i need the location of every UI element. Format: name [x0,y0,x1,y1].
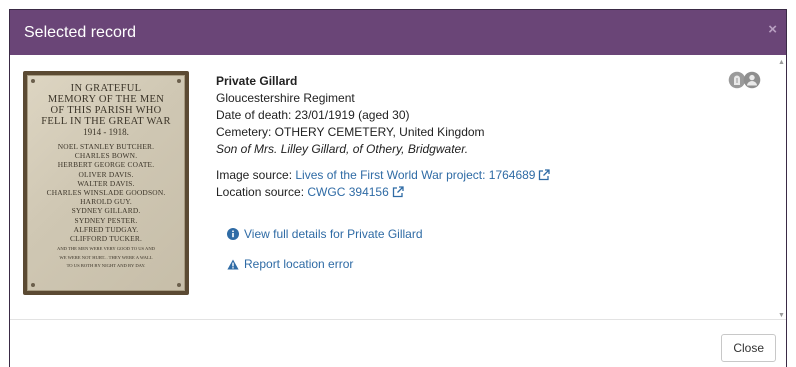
record-name: Private Gillard [216,74,298,88]
plaque-heading-line: OF THIS PARISH WHO [50,105,162,116]
plaque-footer-line: AND THE MEN WERE VERY GOOD TO US AND [57,246,155,252]
image-source-row: Image source: Lives of the First World W… [216,167,551,184]
selected-record-modal: Selected record × IN GRATEFUL MEMORY OF … [9,9,787,367]
image-source-link[interactable]: Lives of the First World War project: 17… [295,168,535,182]
view-details-link[interactable]: View full details for Private Gillard [227,227,423,241]
plaque-footer-line: TO US BOTH BY NIGHT AND BY DAY. [66,263,146,269]
memorial-plaque-image: IN GRATEFUL MEMORY OF THE MEN OF THIS PA… [23,71,189,295]
location-source-link[interactable]: CWGC 394156 [307,185,388,199]
plaque-name: NOEL STANLEY BUTCHER. [57,142,155,151]
record-cemetery: Cemetery: OTHERY CEMETERY, United Kingdo… [216,125,485,139]
plaque-heading-line: MEMORY OF THE MEN [47,94,165,105]
plaque-face: IN GRATEFUL MEMORY OF THE MEN OF THIS PA… [27,75,185,291]
plaque-name: OLIVER DAVIS. [78,169,134,179]
screw-icon [177,283,181,287]
image-source-label: Image source: [216,168,296,182]
scroll-down-icon[interactable]: ▼ [778,312,785,319]
record-description: Son of Mrs. Lilley Gillard, of Othery, B… [216,142,469,156]
modal-header: Selected record × [10,10,786,55]
plaque-heading-line: IN GRATEFUL [70,83,142,94]
plaque-name: WALTER DAVIS. [77,178,135,188]
record-regiment: Gloucestershire Regiment [216,91,355,105]
scrollbar[interactable]: ▲ ▼ [777,55,786,319]
report-location-error-link[interactable]: Report location error [227,257,353,271]
modal-body: IN GRATEFUL MEMORY OF THE MEN OF THIS PA… [10,55,786,319]
warning-icon [227,259,239,269]
screw-icon [31,79,35,83]
screw-icon [177,79,181,83]
plaque-name: SYDNEY PESTER. [74,215,138,225]
close-icon[interactable]: × [768,22,777,37]
plaque-years: 1914 - 1918. [83,127,129,137]
plaque-name: CHARLES BOWN. [74,151,138,161]
external-link-icon[interactable] [538,169,551,181]
plaque-heading-line: FELL IN THE GREAT WAR [41,116,171,127]
plaque-name: CLIFFORD TUCKER. [69,234,143,244]
record-date-of-death: Date of death: 23/01/1919 (aged 30) [216,108,410,122]
plaque-name: ALFRED TUDGAY. [73,224,139,234]
record-details: Private Gillard Gloucestershire Regiment… [216,73,551,201]
screw-icon [31,283,35,287]
scroll-up-icon[interactable]: ▲ [778,59,785,66]
plaque-footer-line: WE WERE NOT HURT... THEY WERE A WALL [59,254,153,260]
plaque-name: CHARLES WINSLADE GOODSON. [46,188,166,198]
report-error-label: Report location error [244,257,354,271]
location-source-label: Location source: [216,185,308,199]
modal-title: Selected record [24,23,137,41]
plaque-name: HAROLD GUY. [80,197,132,207]
close-button[interactable]: Close [721,334,776,362]
modal-footer: Close [10,319,786,367]
info-icon [227,228,239,240]
person-icon [743,71,761,89]
external-link-icon[interactable] [392,186,404,198]
record-type-icons [728,71,761,89]
plaque-name: HERBERT GEORGE COATE. [57,160,155,170]
location-source-row: Location source: CWGC 394156 [216,184,550,201]
plaque-name: SYDNEY GILLARD. [71,206,141,216]
view-details-label: View full details for Private Gillard [244,227,423,241]
